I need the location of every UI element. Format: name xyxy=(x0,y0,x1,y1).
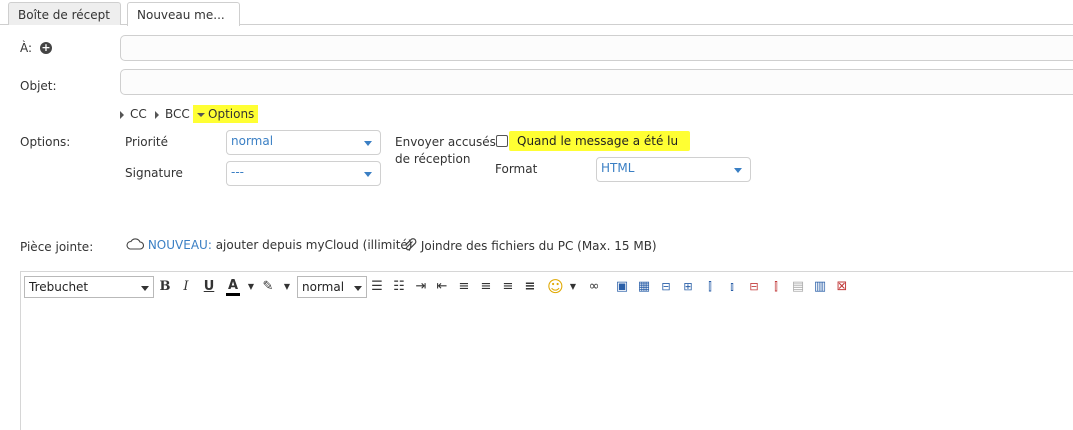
attachment-label: Pièce jointe: xyxy=(20,240,94,254)
delete-row-icon[interactable]: ⊟ xyxy=(747,278,761,296)
table-icon[interactable]: ▦ xyxy=(637,278,651,296)
options-toggle[interactable]: Options xyxy=(193,105,259,123)
receipt-label-line1: Envoyer accusés xyxy=(395,135,496,149)
priority-label: Priorité xyxy=(125,135,168,149)
align-left-icon[interactable]: ≡ xyxy=(457,278,471,296)
add-recipient-icon[interactable]: + xyxy=(40,42,52,54)
chevron-down-icon[interactable]: ▼ xyxy=(244,278,258,296)
insert-column-after-icon[interactable]: ⫾ xyxy=(725,278,739,296)
signature-select[interactable]: --- xyxy=(226,161,381,186)
indent-icon[interactable]: ⇥ xyxy=(414,278,428,296)
paperclip-icon xyxy=(403,238,421,253)
cc-toggle[interactable]: CC xyxy=(120,107,147,121)
options-toggle-label: Options xyxy=(208,107,255,121)
delete-column-icon[interactable]: ⫿ xyxy=(769,278,783,296)
mycloud-text: ajouter depuis myCloud (illimité) xyxy=(215,238,413,252)
underline-button[interactable]: U xyxy=(202,278,216,296)
font-color-button[interactable]: A xyxy=(226,278,240,296)
subject-label: Objet: xyxy=(20,79,57,93)
chevron-down-icon xyxy=(364,141,372,146)
delete-table-icon[interactable]: ⊠ xyxy=(835,278,849,296)
format-select[interactable]: HTML xyxy=(596,157,751,182)
format-value: HTML xyxy=(601,161,635,175)
align-right-icon[interactable]: ≡ xyxy=(501,278,515,296)
outdent-icon[interactable]: ⇤ xyxy=(435,278,449,296)
read-receipt-option-label: Quand le message a été lu xyxy=(509,131,691,151)
align-center-icon[interactable]: ≡ xyxy=(479,278,493,296)
signature-value: --- xyxy=(231,165,244,179)
insert-row-after-icon[interactable]: ⊞ xyxy=(681,278,695,296)
image-icon[interactable]: ▣ xyxy=(615,278,629,296)
font-size-select[interactable]: normal xyxy=(297,276,367,298)
insert-row-before-icon[interactable]: ⊟ xyxy=(659,278,673,296)
tab-new-message[interactable]: Nouveau me... xyxy=(127,2,240,26)
to-label: À: xyxy=(20,41,33,55)
read-receipt-checkbox[interactable] xyxy=(496,135,508,147)
insert-column-before-icon[interactable]: ⫿ xyxy=(703,278,717,296)
editor-toolbar: Trebuchet B I U A ▼ ✎ ▼ normal ☰ ☷ ⇥ ⇤ ≡… xyxy=(20,271,1073,301)
expand-icon xyxy=(155,110,159,119)
signature-label: Signature xyxy=(125,166,183,180)
italic-button[interactable]: I xyxy=(179,278,193,296)
merge-cells-icon[interactable]: ▤ xyxy=(791,278,805,296)
chevron-down-icon xyxy=(354,286,362,291)
collapse-icon xyxy=(197,112,205,117)
font-size-value: normal xyxy=(302,280,345,294)
bcc-label: BCC xyxy=(165,107,190,121)
highlight-color-icon[interactable]: ✎ xyxy=(261,278,275,296)
link-icon[interactable]: ∞ xyxy=(587,278,601,296)
table-properties-icon[interactable]: ▥ xyxy=(813,278,827,296)
mycloud-link[interactable]: NOUVEAU: ajouter depuis myCloud (illimit… xyxy=(125,238,412,252)
priority-value: normal xyxy=(231,134,274,148)
cc-label: CC xyxy=(130,107,147,121)
cloud-icon xyxy=(125,238,148,252)
font-family-value: Trebuchet xyxy=(29,280,89,294)
nouveau-badge: NOUVEAU: xyxy=(147,238,212,252)
bcc-toggle[interactable]: BCC xyxy=(155,107,190,121)
chevron-down-icon xyxy=(734,168,742,173)
chevron-down-icon[interactable]: ▼ xyxy=(280,278,294,296)
tab-inbox[interactable]: Boîte de récept xyxy=(8,2,121,25)
format-label: Format xyxy=(495,162,538,176)
bold-button[interactable]: B xyxy=(158,278,172,296)
numbered-list-icon[interactable]: ☷ xyxy=(392,278,406,296)
emoji-icon[interactable]: ☺ xyxy=(547,278,564,296)
font-family-select[interactable]: Trebuchet xyxy=(24,276,154,298)
options-label: Options: xyxy=(20,135,71,149)
receipt-label-line2: de réception xyxy=(395,152,471,166)
chevron-down-icon xyxy=(141,286,149,291)
priority-select[interactable]: normal xyxy=(226,130,381,155)
justify-icon[interactable]: ≡ xyxy=(523,278,537,296)
bullet-list-icon[interactable]: ☰ xyxy=(370,278,384,296)
message-body-editor[interactable] xyxy=(20,300,1073,430)
tab-bar: Boîte de récept Nouveau me... xyxy=(0,0,1073,26)
to-input[interactable] xyxy=(120,35,1073,61)
expand-icon xyxy=(120,110,124,119)
subject-input[interactable] xyxy=(120,69,1073,95)
attach-from-pc-link[interactable]: Joindre des fichiers du PC (Max. 15 MB) xyxy=(403,238,657,253)
chevron-down-icon[interactable]: ▼ xyxy=(566,278,580,296)
chevron-down-icon xyxy=(364,172,372,177)
attach-pc-text: Joindre des fichiers du PC (Max. 15 MB) xyxy=(420,239,657,253)
